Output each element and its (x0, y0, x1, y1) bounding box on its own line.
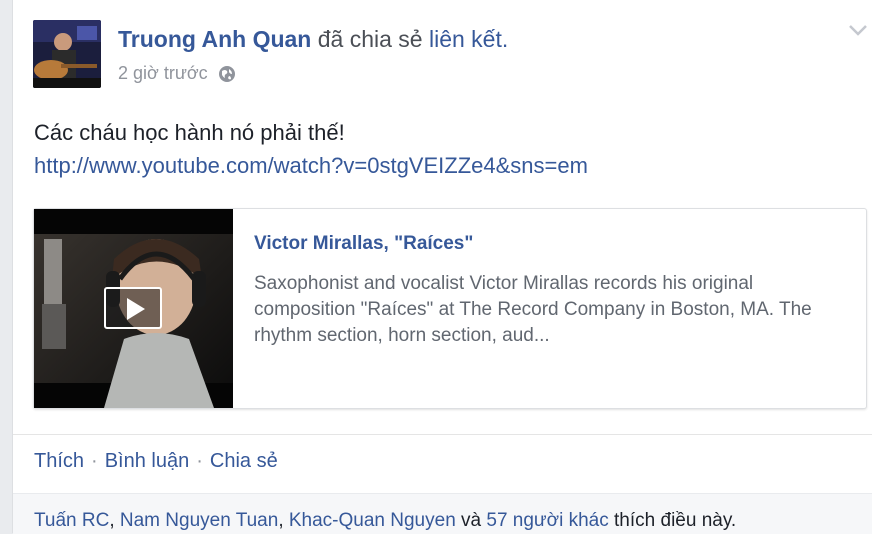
likes-separator: , (278, 510, 289, 531)
liker-name[interactable]: Tuấn RC (34, 510, 109, 531)
globe-icon[interactable] (218, 65, 236, 83)
author-name[interactable]: Truong Anh Quan (118, 26, 311, 52)
chevron-down-icon[interactable] (847, 22, 869, 38)
avatar[interactable] (33, 20, 101, 88)
likes-conjunction: và (455, 510, 487, 531)
status-text: Các cháu học hành nó phải thế! (34, 120, 345, 145)
attachment-title[interactable]: Victor Mirallas, "Raíces" (254, 233, 473, 255)
comment-button[interactable]: Bình luận (105, 450, 190, 472)
video-thumbnail[interactable] (34, 209, 233, 408)
likes-suffix: thích điều này. (608, 510, 737, 531)
post-meta: 2 giờ trước (118, 63, 236, 84)
divider (13, 434, 872, 435)
separator: · (91, 450, 98, 472)
attachment-description: Saxophonist and vocalist Victor Mirallas… (254, 273, 812, 346)
post-header: Truong Anh Quan đã chia sẻ liên kết. (118, 26, 508, 53)
share-button[interactable]: Chia sẻ (210, 450, 278, 472)
others-link[interactable]: 57 người khác (486, 510, 608, 531)
liker-name[interactable]: Khac-Quan Nguyen (289, 510, 456, 531)
action-bar: Thích · Bình luận · Chia sẻ (34, 450, 278, 473)
link-attachment[interactable]: Victor Mirallas, "Raíces" Saxophonist an… (33, 208, 867, 409)
action-link[interactable]: liên kết. (429, 26, 508, 52)
shared-url[interactable]: http://www.youtube.com/watch?v=0stgVEIZZ… (34, 153, 588, 179)
news-feed-post: Truong Anh Quan đã chia sẻ liên kết. 2 g… (12, 0, 872, 534)
likes-separator: , (109, 510, 120, 531)
timestamp[interactable]: 2 giờ trước (118, 63, 208, 84)
play-icon[interactable] (104, 287, 162, 329)
like-button[interactable]: Thích (34, 450, 84, 472)
action-text: đã chia sẻ (317, 26, 423, 52)
separator: · (196, 450, 203, 472)
likes-summary: Tuấn RC, Nam Nguyen Tuan, Khac-Quan Nguy… (34, 510, 736, 532)
liker-name[interactable]: Nam Nguyen Tuan (120, 510, 278, 531)
